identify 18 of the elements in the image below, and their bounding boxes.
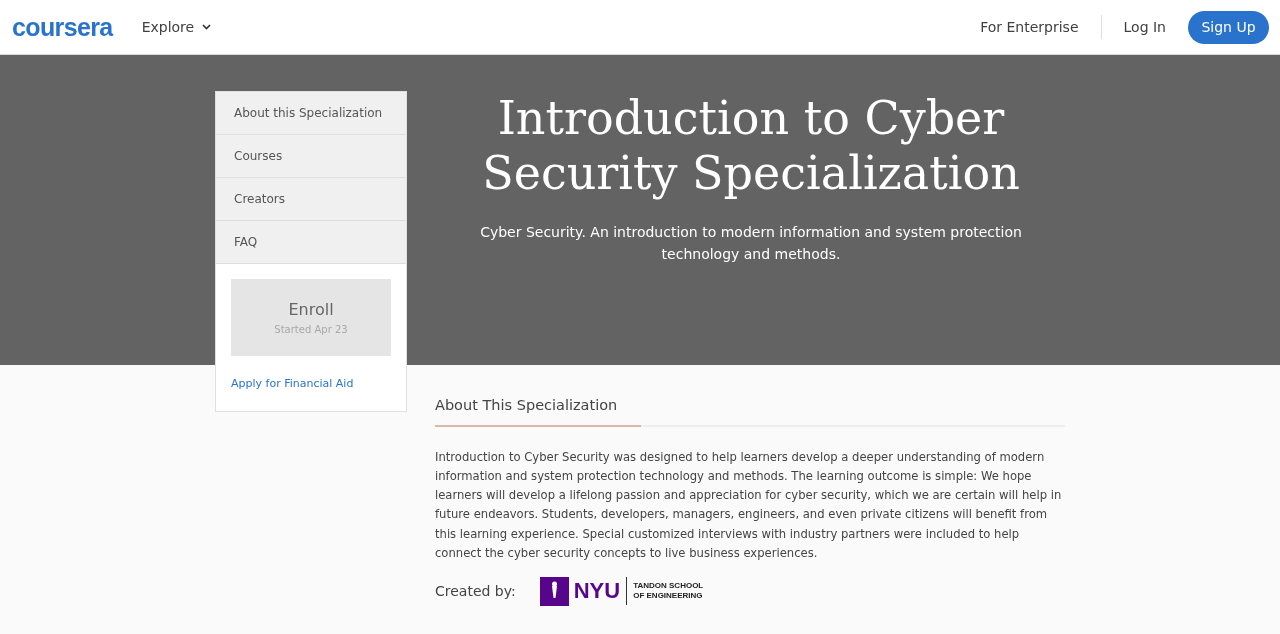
sidebar-item[interactable]: FAQ <box>216 221 406 264</box>
subtitle: Cyber Security. An introduction to modern information and system protection technology and methods. <box>479 223 1023 264</box>
log-in-link[interactable]: Log In <box>1123 16 1166 38</box>
sidebar-item[interactable]: Creators <box>216 178 406 221</box>
torch-icon <box>539 576 569 606</box>
chevron-down-icon <box>202 24 212 30</box>
for-enterprise-link[interactable]: For Enterprise <box>980 16 1079 38</box>
page-title: Introduction to Cyber Security Specialization <box>481 91 1021 201</box>
explore-menu[interactable]: Explore <box>141 16 212 38</box>
coursera-logo[interactable]: coursera <box>12 14 113 40</box>
created-by-label: Created by: <box>435 581 516 601</box>
sidebar-item[interactable]: Courses <box>216 135 406 178</box>
section-tab[interactable]: About This Specialization <box>435 395 641 427</box>
financial-aid-link[interactable]: Apply for Financial Aid <box>216 356 406 411</box>
sign-up-button[interactable]: Sign Up <box>1188 10 1269 44</box>
sidebar-item[interactable]: About this Specialization <box>216 92 406 135</box>
description: Introduction to Cyber Security was designed to help learners develop a deeper understanding of modern information and system protection technology and methods. The learning outcome is simple: We hope learners will develop a lifelong passion and appreciation for cyber security, which we are certain will help in future endeavors. Students, developers, managers, engineers, and even private citizens will benefit from this learning experience. Special customized interviews with industry partners were included to help connect the cyber security concepts to live business experiences. <box>435 448 1063 562</box>
nyu-tandon-logo[interactable]: NYU TANDON SCHOOL OF ENGINEERING <box>539 576 704 606</box>
